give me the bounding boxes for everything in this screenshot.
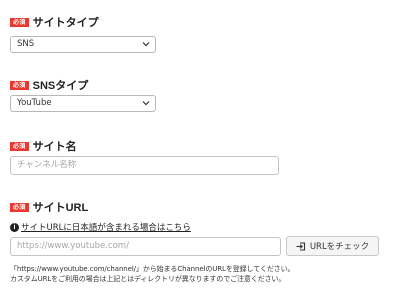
required-badge: 必須	[10, 17, 29, 27]
site-url-input[interactable]: https://www.youtube.com/	[10, 237, 281, 256]
sns-type-label-text: SNSタイプ	[32, 80, 89, 92]
required-badge: 必須	[10, 80, 29, 90]
chevron-down-icon	[142, 101, 150, 106]
required-badge: 必須	[10, 141, 29, 151]
site-name-label-text: サイト名	[32, 141, 77, 153]
sns-type-select[interactable]: YouTube	[10, 95, 156, 112]
url-note-line-2: カスタムURLをご利用の場合は上記とはディレクトリが異なりますのでご注意ください…	[10, 275, 286, 283]
check-url-button[interactable]: URLをチェック	[286, 236, 379, 256]
chevron-down-icon	[142, 42, 150, 47]
check-url-button-label: URLをチェック	[309, 242, 370, 252]
site-name-placeholder: チャンネル名称	[17, 160, 77, 170]
site-url-label-text: サイトURL	[32, 202, 89, 214]
sns-type-label: 必須 SNSタイプ	[10, 77, 88, 93]
site-name-label: 必須 サイト名	[10, 138, 77, 154]
info-icon: i	[10, 222, 19, 232]
required-badge: 必須	[10, 202, 29, 212]
site-type-label: 必須 サイトタイプ	[10, 14, 99, 30]
site-type-select[interactable]: SNS	[10, 36, 156, 53]
site-name-input[interactable]: チャンネル名称	[10, 156, 279, 175]
url-note-line-1: 「https://www.youtube.com/channel/」から始まるC…	[10, 265, 295, 273]
sns-type-select-value: YouTube	[17, 98, 52, 108]
site-type-select-value: SNS	[17, 39, 35, 49]
japanese-url-help-link[interactable]: サイトURLに日本語が含まれる場合はこちら	[21, 221, 191, 233]
site-url-label: 必須 サイトURL	[10, 199, 88, 215]
url-info-row: i サイトURLに日本語が含まれる場合はこちら	[10, 221, 191, 233]
sign-in-icon	[296, 241, 305, 251]
site-url-placeholder: https://www.youtube.com/	[17, 241, 129, 251]
site-type-label-text: サイトタイプ	[32, 17, 99, 29]
